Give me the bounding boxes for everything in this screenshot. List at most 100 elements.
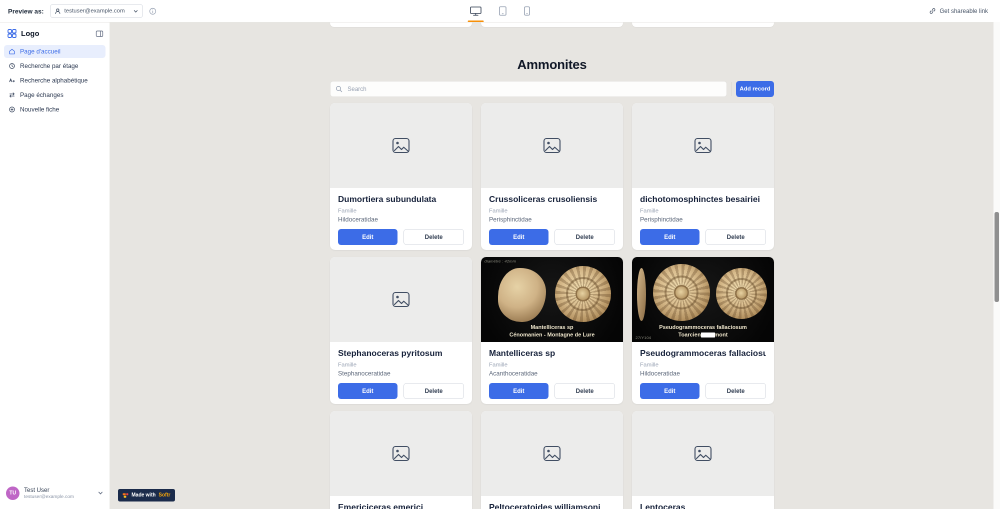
desktop-preview-button[interactable] (470, 0, 482, 22)
sidebar-item-recherche-alphabetique[interactable]: Recherche alphabétique (4, 74, 106, 87)
edit-button[interactable]: Edit (489, 383, 549, 399)
delete-button[interactable]: Delete (555, 383, 616, 399)
edit-button[interactable]: Edit (338, 383, 398, 399)
card-actions: Edit Delete (481, 383, 623, 404)
sidebar-item-label: Nouvelle fiche (20, 106, 59, 113)
mobile-preview-button[interactable] (524, 0, 531, 22)
user-email: testuser@example.com (24, 494, 93, 500)
record-card: LentocerasEditDelete (632, 411, 774, 509)
edit-button[interactable]: Edit (640, 229, 700, 245)
edit-button[interactable]: Edit (640, 383, 700, 399)
scrollbar-thumb[interactable] (995, 212, 1000, 302)
card-actions: Edit Delete (632, 229, 774, 250)
page-title: Ammonites (330, 57, 774, 73)
sidebar-item-page-echanges[interactable]: Page échanges (4, 89, 106, 102)
card-body: Peltoceratoides williamsoni (481, 496, 623, 509)
brand-label: Softr (159, 493, 171, 499)
sidebar-item-label: Page échanges (20, 92, 63, 99)
scrollbar-track[interactable] (994, 22, 1000, 509)
image-placeholder-icon (694, 138, 712, 154)
add-record-button[interactable]: Add record (736, 81, 774, 97)
record-grid: Dumortiera subundulataFamilleHildocerati… (330, 103, 774, 509)
desktop-icon (470, 6, 482, 17)
record-title: Pseudogrammoceras fallaciosum (640, 349, 766, 359)
family-label: Famille (640, 362, 766, 368)
clock-icon (9, 63, 16, 70)
sidebar-header: Logo (7, 27, 104, 40)
sidebar-item-nouvelle-fiche[interactable]: Nouvelle fiche (4, 103, 106, 116)
preview-controls: Preview as: testuser@example.com (0, 4, 156, 18)
app-root: Preview as: testuser@example.com (0, 0, 1000, 509)
chevron-down-icon (98, 490, 104, 496)
logo-label: Logo (21, 29, 92, 38)
delete-button[interactable]: Delete (555, 229, 616, 245)
sidebar-item-page-accueil[interactable]: Page d'accueil (4, 45, 106, 58)
sidebar-item-label: Recherche alphabétique (20, 77, 88, 84)
card-image-photo: 27/Y104Pseudogrammoceras fallaciosumToar… (632, 257, 774, 342)
record-card: dichotomosphinctes besairieiFamillePeris… (632, 103, 774, 250)
photo-caption-species: Mantelliceras sp (481, 324, 623, 332)
record-title: Stephanoceras pyritosum (338, 349, 464, 359)
partial-card-above (632, 22, 774, 27)
delete-button[interactable]: Delete (404, 383, 465, 399)
user-name: Test User (24, 486, 93, 494)
main-content: Ammonites Add record Dumortiera subundul… (110, 22, 1000, 509)
fossil-ammonite-photo (716, 268, 767, 319)
collapse-sidebar-icon[interactable] (96, 30, 104, 38)
image-placeholder-icon (694, 446, 712, 462)
photo-caption-species: Pseudogrammoceras fallaciosum (632, 324, 774, 332)
record-title: Emericiceras emerici (338, 503, 464, 509)
photo-annotation: diamètre : 42mm (485, 259, 517, 264)
record-card: Peltoceratoides williamsoniEditDelete (481, 411, 623, 509)
delete-button[interactable]: Delete (404, 229, 465, 245)
get-shareable-link[interactable]: Get shareable link (929, 0, 988, 22)
swap-arrows-icon (9, 92, 16, 99)
info-icon[interactable] (149, 7, 157, 15)
image-placeholder-icon (543, 446, 561, 462)
preview-user-selector[interactable]: testuser@example.com (50, 4, 143, 18)
sidebar-user-menu[interactable]: TU Test User testuser@example.com (0, 481, 110, 505)
search-input[interactable] (347, 85, 722, 93)
softr-logo-icon (123, 492, 129, 498)
fossil-ammonite-photo (653, 264, 710, 321)
photo-caption: Pseudogrammoceras fallaciosumToarcien - … (632, 324, 774, 339)
record-card: diamètre : 42mm Mantelliceras spCénomanie… (481, 257, 623, 404)
fossil-ammonite-photo (555, 266, 611, 322)
card-image-placeholder (330, 103, 472, 188)
edit-button[interactable]: Edit (489, 229, 549, 245)
card-body: Mantelliceras spFamilleAcanthoceratidae (481, 342, 623, 377)
family-label: Famille (338, 362, 464, 368)
alphabetical-search-icon (9, 77, 16, 84)
card-image-placeholder (481, 103, 623, 188)
preview-as-label: Preview as: (8, 7, 44, 15)
image-placeholder-icon (543, 138, 561, 154)
search-box (330, 81, 727, 97)
made-with-softr-badge[interactable]: Made with Softr (118, 489, 175, 502)
family-value: Acanthoceratidae (489, 370, 615, 377)
sidebar-nav: Page d'accueil Recherche par étage Reche… (4, 45, 106, 118)
family-label: Famille (489, 362, 615, 368)
card-image-placeholder (330, 411, 472, 496)
edit-button[interactable]: Edit (338, 229, 398, 245)
sidebar-item-label: Recherche par étage (20, 63, 78, 70)
sidebar-item-label: Page d'accueil (20, 48, 60, 55)
family-value: Stephanoceratidae (338, 370, 464, 377)
record-card: Emericiceras emericiEditDelete (330, 411, 472, 509)
photo-caption-locality: Cénomanien - Montagne de Lure (509, 332, 594, 338)
card-body: dichotomosphinctes besairieiFamillePeris… (632, 188, 774, 223)
partial-card-above (330, 22, 472, 27)
family-value: Hildoceratidae (640, 370, 766, 377)
family-label: Famille (640, 208, 766, 214)
delete-button[interactable]: Delete (706, 229, 767, 245)
delete-button[interactable]: Delete (706, 383, 767, 399)
plus-circle-icon (9, 106, 16, 113)
device-preview-switcher (470, 0, 531, 22)
search-row: Add record (330, 81, 774, 97)
card-image-placeholder (330, 257, 472, 342)
sidebar-item-recherche-par-etage[interactable]: Recherche par étage (4, 60, 106, 73)
card-image-placeholder (632, 411, 774, 496)
tablet-preview-button[interactable] (499, 0, 507, 22)
record-card: Stephanoceras pyritosum Famille Stephanoce… (330, 257, 472, 404)
card-actions: Edit Delete (330, 229, 472, 250)
mobile-icon (524, 6, 531, 16)
